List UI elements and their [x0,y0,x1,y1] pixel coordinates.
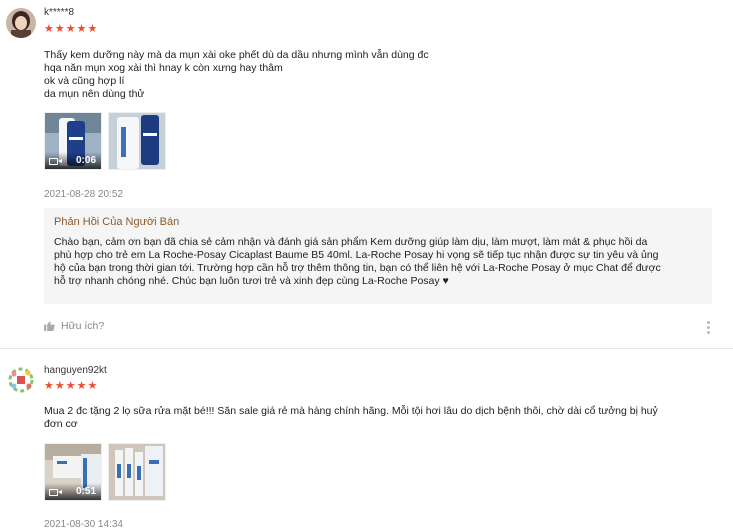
video-camera-icon [49,489,62,496]
star-rating: ★★★★★ [44,23,99,35]
review-video-thumbnail[interactable]: 0:06 [44,112,102,170]
comment-line: da mụn nên dùng thử [44,88,145,100]
seller-reply-text: Chào bạn, cảm ơn bạn đã chia sẻ cảm nhận… [54,236,702,288]
helpful-button[interactable]: Hữu ích? [44,320,104,332]
avatar[interactable] [6,8,36,38]
more-vertical-icon[interactable] [707,321,711,336]
seller-reply-line: Chào bạn, cảm ơn bạn đã chia sẻ cảm nhận… [54,236,648,248]
review-item: k*****8 ★★★★★ Thấy kem dưỡng này mà da m… [0,0,733,345]
seller-reply: Phản Hồi Của Người Bán Chào bạn, cảm ơn … [44,208,712,304]
review-date: 2021-08-30 14:34 [44,519,123,530]
seller-reply-line: hỗ trợ nhanh chóng nhé. Chúc bạn luôn tư… [54,275,449,287]
seller-reply-line: hộ của bạn trong thời gian tới. Trường h… [54,262,661,274]
comment-line: Mua 2 đc tặng 2 lọ sữa rửa mặt bé!!! Săn… [44,405,658,417]
helpful-label: Hữu ích? [61,320,105,332]
video-duration: 0:06 [75,155,96,166]
review-date: 2021-08-28 20:52 [44,189,123,200]
seller-reply-title: Phản Hồi Của Người Bán [54,216,180,228]
review-image-thumbnail[interactable] [108,112,166,170]
comment-line: Thấy kem dưỡng này mà da mụn xài oke phế… [44,49,429,61]
comment-line: ok và cũng hợp lí [44,75,125,87]
review-comment: Mua 2 đc tặng 2 lọ sữa rửa mặt bé!!! Săn… [44,405,714,431]
reviewer-username[interactable]: hanguyen92kt [44,365,107,376]
comment-line: đơn cơ [44,418,78,430]
seller-reply-line: phù hợp cho trẻ em La Roche-Posay Cicapl… [54,249,659,261]
review-item: hanguyen92kt ★★★★★ Mua 2 đc tặng 2 lọ sữ… [0,349,733,531]
star-rating: ★★★★★ [44,380,99,392]
review-comment: Thấy kem dưỡng này mà da mụn xài oke phế… [44,49,714,101]
review-image-thumbnail[interactable] [108,443,166,501]
review-video-thumbnail[interactable]: 0:51 [44,443,102,501]
video-camera-icon [49,158,62,165]
comment-line: hqa năn mụn xog xài thì hnay k còn xưng … [44,62,283,74]
reviewer-username[interactable]: k*****8 [44,7,74,18]
video-duration: 0:51 [75,486,96,497]
avatar[interactable] [6,365,36,395]
thumbs-up-icon [44,321,55,331]
